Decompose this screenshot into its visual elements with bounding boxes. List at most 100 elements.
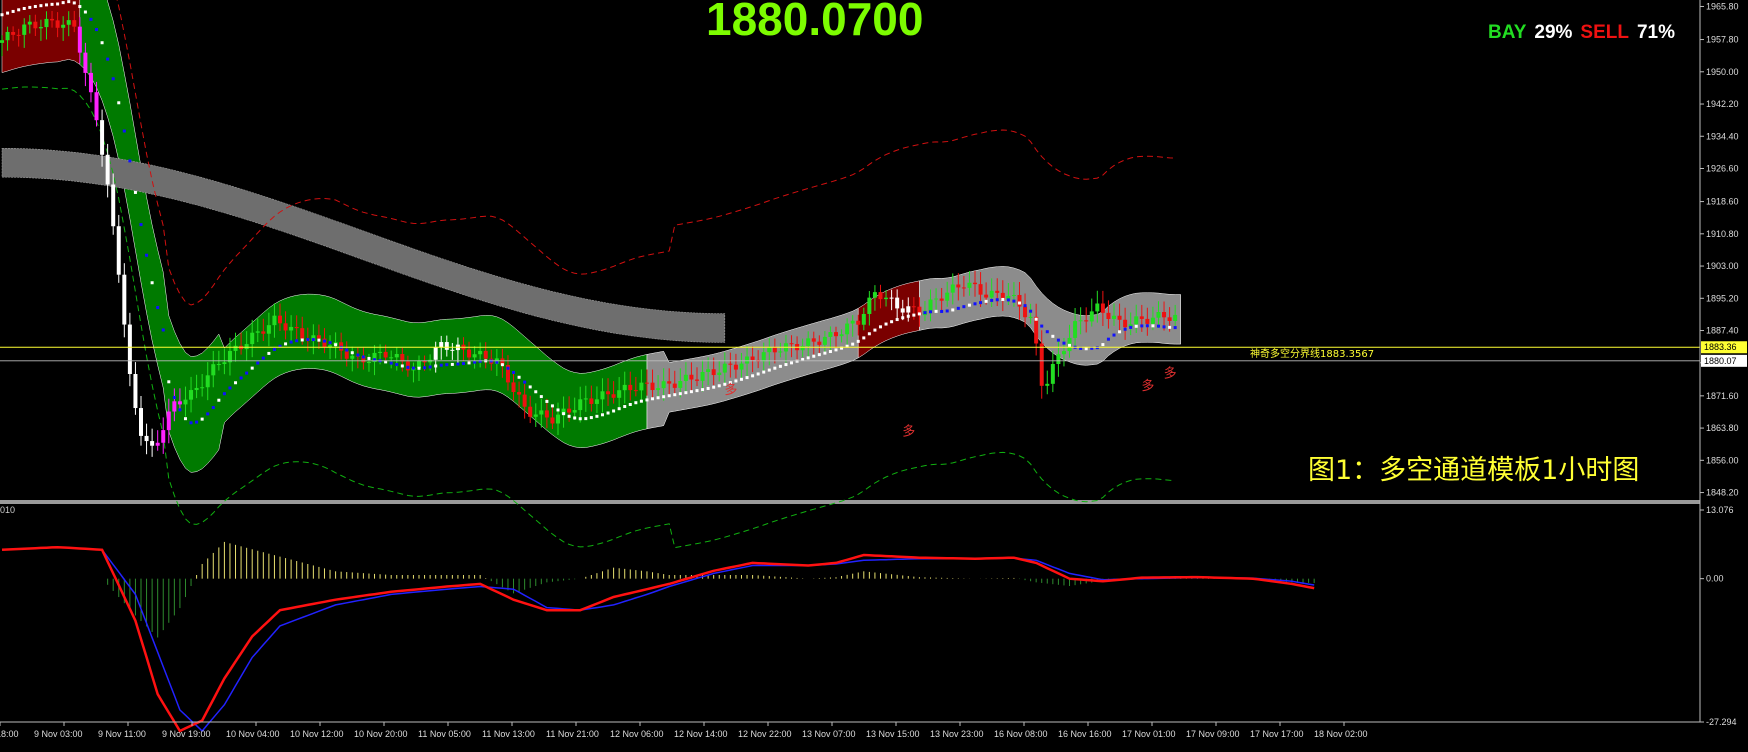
candle-body	[211, 364, 216, 376]
candle-body	[11, 31, 16, 35]
candle-body	[44, 18, 49, 28]
trend-step-dot	[1112, 333, 1116, 337]
trend-step-dot	[917, 312, 921, 316]
candle-body	[517, 392, 522, 395]
trend-step-dot	[1162, 325, 1166, 329]
trend-step-dot	[684, 391, 688, 395]
trend-step-dot	[295, 339, 299, 343]
trend-step-dot	[267, 351, 271, 355]
trend-step-dot	[923, 311, 927, 315]
candle-body	[350, 355, 355, 359]
candle-body	[639, 382, 644, 391]
trend-step-dot	[717, 384, 721, 388]
candle-body	[1123, 319, 1128, 328]
trend-step-dot	[83, 10, 87, 14]
chart-canvas: 神奇多空分界线1883.3567多多多多 1965.801957.801950.…	[0, 0, 1747, 739]
trend-step-dot	[6, 11, 10, 15]
price-tick-label: 1965.80	[1706, 1, 1739, 11]
trend-step-dot	[17, 8, 21, 12]
candle-body	[1061, 351, 1066, 355]
price-tick-label: 1848.20	[1706, 488, 1739, 498]
candle-body	[850, 320, 855, 324]
trend-step-dot	[406, 365, 410, 369]
trend-step-dot	[562, 412, 566, 416]
trend-step-dot	[539, 395, 543, 399]
macd-histogram	[107, 541, 1315, 638]
candle-body	[444, 342, 449, 350]
trend-step-dot	[239, 376, 243, 380]
trend-step-dot	[139, 223, 143, 227]
candle-body	[111, 184, 116, 227]
candle-body	[984, 294, 989, 298]
candle-body	[1117, 315, 1122, 320]
trend-step-dot	[256, 361, 260, 365]
candle-body	[139, 408, 143, 436]
candle-body	[772, 347, 777, 353]
trend-step-dot	[389, 361, 393, 365]
candle-body	[389, 357, 394, 359]
trend-step-dot	[545, 399, 549, 403]
trend-step-dot	[350, 351, 354, 355]
candle-body	[1156, 312, 1161, 318]
trend-step-dot	[673, 393, 677, 397]
candle-body	[133, 374, 138, 409]
candle-body	[261, 331, 266, 334]
trend-step-dot	[317, 338, 321, 342]
candle-body	[72, 20, 77, 27]
candle-body	[278, 315, 282, 324]
candle-body	[900, 308, 905, 313]
trend-step-dot	[612, 409, 616, 413]
candle-body	[633, 390, 638, 392]
trend-step-dot	[211, 406, 215, 410]
trend-step-dot	[78, 5, 82, 9]
trend-step-dot	[234, 381, 238, 385]
candle-body	[150, 441, 155, 446]
current-price-display: 1880.0700	[706, 0, 924, 45]
candle-body	[166, 411, 171, 431]
candle-body	[717, 372, 722, 376]
trend-step-dot	[701, 388, 705, 392]
candle-body	[578, 399, 583, 411]
trend-step-dot	[272, 347, 276, 351]
candle-body	[939, 298, 944, 301]
candle-body	[806, 338, 811, 346]
trend-step-dot	[72, 1, 76, 5]
trend-step-dot	[428, 365, 432, 369]
candle-body	[400, 354, 405, 362]
candle-body	[144, 435, 149, 442]
trend-step-dot	[812, 354, 816, 358]
candle-body	[450, 349, 455, 351]
candle-body	[1084, 320, 1089, 322]
candle-body	[650, 382, 655, 391]
long-signal-marker: 多	[724, 382, 737, 398]
trend-step-dot	[851, 342, 855, 346]
candle-body	[172, 401, 177, 412]
trend-step-dot	[634, 401, 638, 405]
trend-step-dot	[200, 417, 204, 421]
trend-step-dot	[890, 320, 894, 324]
chart-caption: 图1：多空通道模板1小时图	[1308, 455, 1640, 486]
time-tick-label: 12 Nov 14:00	[674, 729, 728, 739]
trend-step-dot	[33, 4, 37, 8]
candle-body	[50, 18, 55, 21]
trend-step-dot	[133, 190, 137, 194]
candle-body	[928, 299, 933, 311]
candle-body	[250, 332, 255, 345]
trend-step-dot	[828, 350, 832, 354]
candle-body	[745, 356, 750, 364]
trend-step-dot	[117, 101, 121, 105]
trend-step-dot	[1006, 298, 1010, 302]
candle-body	[544, 410, 549, 418]
trend-step-dot	[984, 299, 988, 303]
trend-step-dot	[0, 13, 4, 17]
trend-step-dot	[589, 416, 593, 420]
trend-step-dot	[111, 77, 115, 81]
candle-body	[1034, 316, 1039, 344]
candle-body	[556, 414, 560, 424]
candle-body	[628, 384, 633, 391]
candle-body	[995, 290, 1000, 293]
trend-step-dot	[439, 363, 443, 367]
trend-step-dot	[261, 356, 265, 360]
candle-body	[895, 297, 900, 309]
candle-body	[956, 284, 961, 288]
